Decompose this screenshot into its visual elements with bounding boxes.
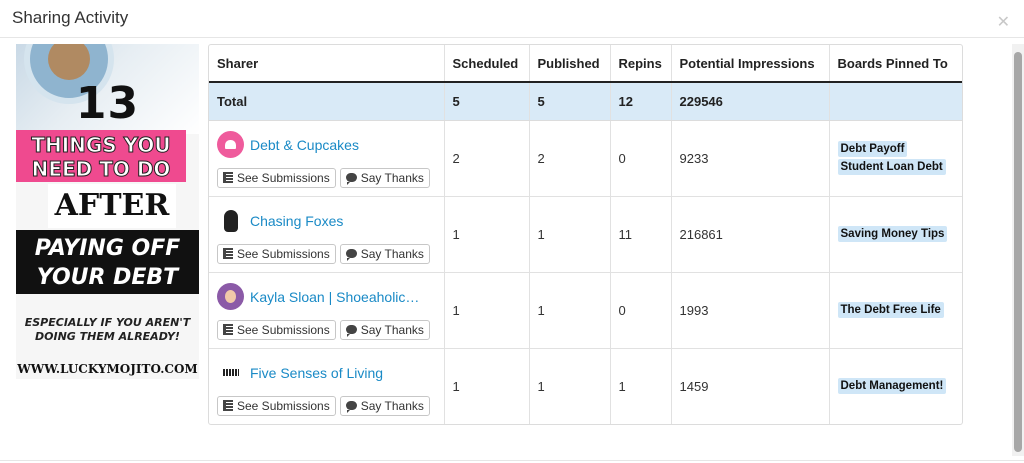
sharer-cell: Chasing Foxes See Submissions Say Thanks xyxy=(209,196,445,273)
dialog-title: Sharing Activity xyxy=(12,8,129,27)
header-impressions[interactable]: Potential Impressions xyxy=(671,45,830,83)
list-icon xyxy=(223,172,233,183)
say-thanks-button[interactable]: Say Thanks xyxy=(339,243,430,264)
pin-text-url: WWW.LUCKYMOJITO.COM xyxy=(17,362,198,376)
repins-value: 1 xyxy=(610,348,672,424)
board-badge[interactable]: Saving Money Tips xyxy=(837,226,948,242)
avatar[interactable] xyxy=(217,283,244,310)
chat-icon xyxy=(345,249,357,261)
see-submissions-label: See Submissions xyxy=(237,398,330,413)
board-badge[interactable]: The Debt Free Life xyxy=(837,302,944,318)
list-icon xyxy=(223,324,233,335)
total-scheduled: 5 xyxy=(444,82,530,121)
total-row: Total 5 5 12 229546 xyxy=(209,82,962,121)
scheduled-value: 2 xyxy=(444,120,530,197)
total-label: Total xyxy=(209,82,445,121)
table-row: Kayla Sloan | Shoeaholic… See Submission… xyxy=(209,272,962,349)
board-badge[interactable]: Debt Payoff xyxy=(837,141,908,157)
pin-text-things: THINGS YOU NEED TO DO xyxy=(16,130,186,182)
scrollbar[interactable] xyxy=(1012,44,1024,456)
pin-text-paying: PAYING OFF YOUR DEBT xyxy=(16,230,199,294)
table-row: Five Senses of Living See Submissions Sa… xyxy=(209,348,962,424)
pin-text-number: 13 xyxy=(75,78,140,129)
list-icon xyxy=(223,248,233,259)
repins-value: 0 xyxy=(610,120,672,197)
table-header-row: Sharer Scheduled Published Repins Potent… xyxy=(209,45,962,83)
header-scheduled[interactable]: Scheduled xyxy=(444,45,530,83)
say-thanks-label: Say Thanks xyxy=(360,246,424,261)
header-boards[interactable]: Boards Pinned To xyxy=(829,45,962,83)
header-repins[interactable]: Repins xyxy=(610,45,672,83)
chat-icon xyxy=(345,173,357,185)
see-submissions-button[interactable]: See Submissions xyxy=(217,167,336,188)
pin-text-after: AFTER xyxy=(48,184,176,228)
sharer-link[interactable]: Five Senses of Living xyxy=(250,365,383,381)
impressions-value: 1993 xyxy=(671,272,830,349)
dialog-header: Sharing Activity ✕ xyxy=(0,0,1024,38)
list-icon xyxy=(223,400,233,412)
board-badge[interactable]: Debt Management! xyxy=(837,378,947,395)
boards-cell: The Debt Free Life xyxy=(829,272,962,349)
impressions-value: 1459 xyxy=(671,348,830,424)
avatar[interactable] xyxy=(217,359,244,387)
board-badge[interactable]: Student Loan Debt xyxy=(837,159,946,175)
sharer-link[interactable]: Kayla Sloan | Shoeaholic… xyxy=(250,289,419,305)
scheduled-value: 1 xyxy=(444,272,530,349)
avatar[interactable] xyxy=(217,131,244,158)
repins-value: 0 xyxy=(610,272,672,349)
scheduled-value: 1 xyxy=(444,196,530,273)
sharer-link[interactable]: Chasing Foxes xyxy=(250,213,343,229)
chat-icon xyxy=(345,401,357,414)
boards-cell: Debt Management! xyxy=(829,348,962,424)
total-published: 5 xyxy=(529,82,611,121)
header-published[interactable]: Published xyxy=(529,45,611,83)
sharer-cell: Debt & Cupcakes See Submissions Say Than… xyxy=(209,120,445,197)
see-submissions-button[interactable]: See Submissions xyxy=(217,243,336,264)
say-thanks-button[interactable]: Say Thanks xyxy=(339,319,430,340)
total-repins: 12 xyxy=(610,82,672,121)
pin-text-especially: ESPECIALLY IF YOU AREN'T DOING THEM ALRE… xyxy=(24,316,191,343)
see-submissions-button[interactable]: See Submissions xyxy=(217,319,336,340)
chat-icon xyxy=(345,325,357,337)
impressions-value: 9233 xyxy=(671,120,830,197)
sharer-cell: Five Senses of Living See Submissions Sa… xyxy=(209,348,445,424)
boards-cell: Saving Money Tips xyxy=(829,196,962,273)
see-submissions-label: See Submissions xyxy=(237,246,330,261)
scrollbar-thumb[interactable] xyxy=(1014,52,1022,452)
sharing-table: Sharer Scheduled Published Repins Potent… xyxy=(208,44,963,425)
say-thanks-label: Say Thanks xyxy=(360,398,424,413)
total-impressions: 229546 xyxy=(671,82,830,121)
see-submissions-label: See Submissions xyxy=(237,322,330,337)
published-value: 1 xyxy=(529,272,611,349)
table-row: Chasing Foxes See Submissions Say Thanks… xyxy=(209,196,962,273)
say-thanks-button[interactable]: Say Thanks xyxy=(339,167,430,188)
scheduled-value: 1 xyxy=(444,348,530,424)
avatar[interactable] xyxy=(217,207,244,234)
boards-cell: Debt Payoff Student Loan Debt xyxy=(829,120,962,197)
footer-divider xyxy=(0,460,1024,461)
see-submissions-label: See Submissions xyxy=(237,170,330,185)
sharer-link[interactable]: Debt & Cupcakes xyxy=(250,137,359,153)
say-thanks-label: Say Thanks xyxy=(360,322,424,337)
total-boards xyxy=(829,82,962,121)
close-icon[interactable]: ✕ xyxy=(997,12,1010,32)
say-thanks-button[interactable]: Say Thanks xyxy=(339,395,430,416)
pin-image: 13 THINGS YOU NEED TO DO AFTER PAYING OF… xyxy=(16,44,199,379)
published-value: 2 xyxy=(529,120,611,197)
published-value: 1 xyxy=(529,196,611,273)
sharer-cell: Kayla Sloan | Shoeaholic… See Submission… xyxy=(209,272,445,349)
say-thanks-label: Say Thanks xyxy=(360,170,424,185)
impressions-value: 216861 xyxy=(671,196,830,273)
published-value: 1 xyxy=(529,348,611,424)
table-row: Debt & Cupcakes See Submissions Say Than… xyxy=(209,120,962,197)
repins-value: 11 xyxy=(610,196,672,273)
see-submissions-button[interactable]: See Submissions xyxy=(217,395,336,416)
header-sharer[interactable]: Sharer xyxy=(209,45,445,83)
